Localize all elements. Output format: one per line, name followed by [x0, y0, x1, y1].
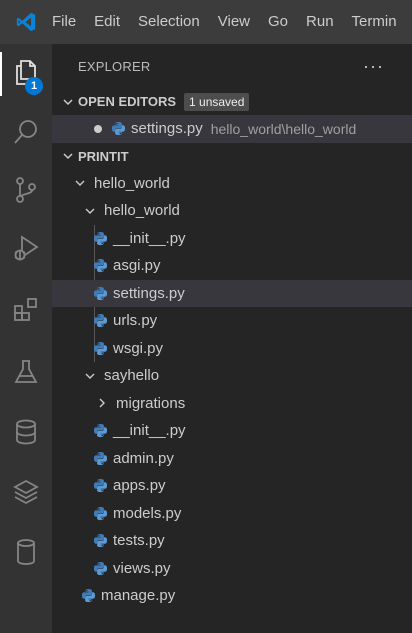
python-file-icon	[90, 313, 110, 328]
python-file-icon	[90, 341, 110, 356]
tree-item-label: sayhello	[104, 367, 160, 385]
open-editor-path: hello_world\hello_world	[210, 120, 357, 137]
tree-item-label: admin.py	[113, 449, 174, 467]
menu-view[interactable]: View	[209, 0, 259, 44]
unsaved-badge: 1 unsaved	[184, 92, 250, 111]
run-debug-icon	[11, 233, 41, 268]
tree-item-label: migrations	[116, 394, 186, 412]
tree-file-urls[interactable]: urls.py	[52, 307, 412, 335]
layers-button[interactable]	[0, 466, 52, 522]
python-file-icon	[108, 121, 128, 136]
tree-file-init-sayhello[interactable]: __init__.py	[52, 417, 412, 445]
tree-item-label: hello_world	[104, 202, 180, 220]
tree-file-settings[interactable]: settings.py	[52, 279, 412, 307]
chevron-down-icon	[58, 96, 78, 108]
tree-item-label: models.py	[113, 504, 182, 522]
source-control-button[interactable]	[0, 164, 52, 220]
tree-item-label: apps.py	[113, 477, 166, 495]
menu-selection[interactable]: Selection	[129, 0, 209, 44]
python-file-icon	[90, 533, 110, 548]
menu-go[interactable]: Go	[259, 0, 297, 44]
python-file-icon	[90, 258, 110, 273]
chevron-down-icon	[72, 177, 88, 189]
menu-edit[interactable]: Edit	[85, 0, 129, 44]
python-file-icon	[90, 423, 110, 438]
open-editors-label: OPEN EDITORS	[78, 94, 177, 109]
tree-item-label: asgi.py	[113, 257, 161, 275]
tree-file-views[interactable]: views.py	[52, 555, 412, 583]
python-file-icon	[90, 451, 110, 466]
explorer-button[interactable]: 1	[0, 46, 52, 102]
chevron-down-icon	[82, 370, 98, 382]
more-actions-icon[interactable]: ···	[363, 57, 384, 75]
cylinder-button[interactable]	[0, 526, 52, 582]
unsaved-dot-icon[interactable]	[88, 124, 108, 133]
tree-item-label: tests.py	[113, 532, 165, 550]
tree-file-asgi[interactable]: asgi.py	[52, 252, 412, 280]
tree-item-label: hello_world	[94, 174, 170, 192]
tree-file-admin[interactable]: admin.py	[52, 445, 412, 473]
menu-run[interactable]: Run	[297, 0, 343, 44]
source-control-icon	[11, 175, 41, 210]
vscode-logo-icon[interactable]	[0, 0, 52, 44]
python-file-icon	[78, 588, 98, 603]
chevron-down-icon	[82, 205, 98, 217]
database-icon	[11, 417, 41, 452]
tree-item-label: __init__.py	[113, 229, 186, 247]
explorer-sidebar: EXPLORER ··· OPEN EDITORS 1 unsaved sett…	[52, 44, 412, 633]
chevron-right-icon	[94, 397, 110, 409]
tree-item-label: __init__.py	[113, 422, 186, 440]
cylinder-icon	[11, 537, 41, 572]
tree-file-models[interactable]: models.py	[52, 500, 412, 528]
project-header[interactable]: PRINTIT	[52, 143, 412, 170]
tree-file-manage[interactable]: manage.py	[52, 582, 412, 610]
open-editors-header[interactable]: OPEN EDITORS 1 unsaved	[52, 88, 412, 115]
tree-folder-migrations[interactable]: migrations	[52, 390, 412, 418]
sidebar-header: EXPLORER ···	[52, 44, 412, 88]
database-button[interactable]	[0, 406, 52, 462]
testing-icon	[11, 357, 41, 392]
tree-item-label: urls.py	[113, 312, 158, 330]
menu-file[interactable]: File	[52, 0, 85, 44]
python-file-icon	[90, 478, 110, 493]
tree-file-tests[interactable]: tests.py	[52, 527, 412, 555]
layers-icon	[11, 477, 41, 512]
open-editor-item[interactable]: settings.py hello_world\hello_world	[52, 115, 412, 143]
tree-folder-hello-world[interactable]: hello_world	[52, 170, 412, 198]
python-file-icon	[90, 231, 110, 246]
tree-file-wsgi[interactable]: wsgi.py	[52, 335, 412, 363]
activity-bar: 1	[0, 44, 52, 633]
python-file-icon	[90, 506, 110, 521]
python-file-icon	[90, 286, 110, 301]
file-tree: hello_world hello_world __init__.py asgi…	[52, 170, 412, 610]
tree-folder-sayhello[interactable]: sayhello	[52, 362, 412, 390]
menu-terminal[interactable]: Termin	[343, 0, 406, 44]
testing-button[interactable]	[0, 346, 52, 402]
tree-item-label: settings.py	[113, 284, 185, 302]
tree-item-label: wsgi.py	[113, 339, 164, 357]
run-debug-button[interactable]	[0, 222, 52, 278]
search-icon	[11, 117, 41, 152]
open-editor-filename: settings.py	[131, 120, 203, 138]
extensions-button[interactable]	[0, 284, 52, 340]
menu-bar: File Edit Selection View Go Run Termin	[0, 0, 412, 44]
tree-item-label: views.py	[113, 559, 171, 577]
project-label: PRINTIT	[78, 148, 129, 164]
extensions-icon	[11, 295, 41, 330]
tree-item-label: manage.py	[101, 587, 176, 605]
sidebar-title: EXPLORER	[78, 58, 151, 74]
python-file-icon	[90, 561, 110, 576]
explorer-badge: 1	[25, 77, 43, 95]
search-button[interactable]	[0, 106, 52, 162]
tree-file-init[interactable]: __init__.py	[52, 225, 412, 253]
tree-folder-hello-world-inner[interactable]: hello_world	[52, 197, 412, 225]
chevron-down-icon	[58, 150, 78, 162]
tree-file-apps[interactable]: apps.py	[52, 472, 412, 500]
